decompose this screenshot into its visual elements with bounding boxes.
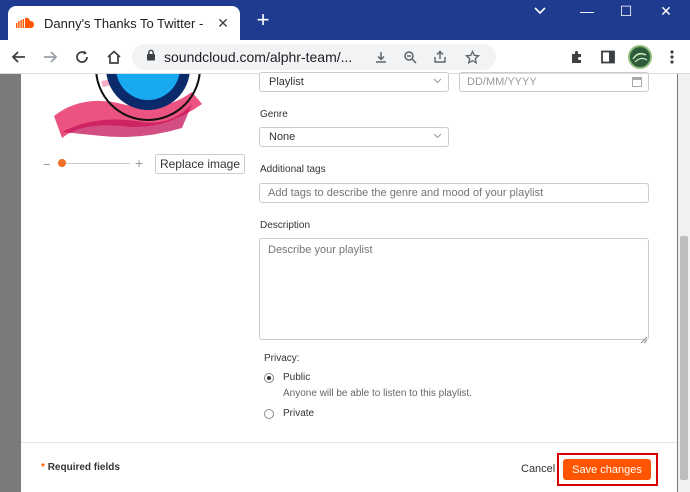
chevron-down-icon [433, 131, 442, 141]
browser-tab[interactable]: Danny's Thanks To Twitter - 1 Mil ✕ [8, 6, 240, 40]
extensions-puzzle-icon[interactable] [565, 45, 589, 69]
scrollbar-thumb[interactable] [680, 236, 688, 480]
tags-input[interactable] [259, 183, 649, 203]
minimize-button[interactable]: — [567, 0, 607, 22]
menu-kebab-icon[interactable] [660, 45, 684, 69]
description-textarea[interactable] [259, 238, 649, 340]
new-tab-button[interactable]: + [252, 9, 274, 31]
footer-divider [21, 442, 677, 443]
maximize-button[interactable]: ☐ [606, 0, 646, 22]
genre-select[interactable]: None [259, 127, 449, 147]
playlist-artwork [42, 74, 244, 142]
zoom-icon[interactable] [398, 45, 422, 69]
reload-icon[interactable] [70, 45, 94, 69]
slider-handle[interactable] [57, 159, 66, 167]
release-date-input[interactable]: DD/MM/YYYY [459, 72, 649, 92]
tags-label: Additional tags [260, 164, 326, 175]
chevron-down-icon [433, 76, 442, 86]
required-fields-text: Required fields [47, 462, 120, 473]
playlist-type-value: Playlist [269, 76, 304, 88]
release-date-placeholder: DD/MM/YYYY [467, 76, 537, 88]
genre-value: None [269, 131, 296, 143]
privacy-public-description: Anyone will be able to listen to this pl… [283, 388, 472, 399]
window-close-button[interactable]: ✕ [646, 0, 686, 22]
bookmark-star-icon[interactable] [460, 45, 484, 69]
privacy-private-label[interactable]: Private [283, 408, 314, 419]
privacy-label: Privacy: [264, 353, 300, 364]
lock-icon [146, 48, 156, 66]
share-icon[interactable] [428, 45, 452, 69]
zoom-in-icon[interactable]: + [135, 155, 143, 171]
profile-avatar[interactable] [628, 45, 652, 69]
calendar-icon[interactable] [632, 77, 642, 87]
required-fields-note: * Required fields [41, 462, 120, 473]
privacy-public-label[interactable]: Public [283, 372, 310, 383]
download-icon[interactable] [369, 45, 393, 69]
playlist-type-select[interactable]: Playlist [259, 72, 449, 92]
side-panel-icon[interactable] [596, 45, 620, 69]
resize-handle-icon[interactable] [640, 331, 648, 344]
zoom-out-icon[interactable]: − [43, 157, 51, 172]
browser-toolbar: soundcloud.com/alphr-team/... [0, 40, 690, 74]
chevron-down-icon[interactable] [520, 0, 560, 22]
privacy-public-radio[interactable] [264, 373, 274, 383]
artwork-zoom-slider[interactable] [58, 163, 130, 164]
tab-close-icon[interactable]: ✕ [214, 14, 232, 32]
replace-image-button[interactable]: Replace image [155, 154, 245, 174]
soundcloud-icon [16, 14, 34, 32]
genre-label: Genre [260, 109, 288, 120]
cancel-button[interactable]: Cancel [521, 463, 555, 475]
required-star: * [41, 462, 45, 473]
back-arrow-icon[interactable] [7, 45, 31, 69]
url-text: soundcloud.com/alphr-team/... [164, 49, 353, 65]
tab-title: Danny's Thanks To Twitter - 1 Mil [44, 15, 208, 31]
home-icon[interactable] [102, 45, 126, 69]
save-changes-button[interactable]: Save changes [563, 459, 651, 480]
privacy-private-radio[interactable] [264, 409, 274, 419]
description-label: Description [260, 220, 311, 231]
forward-arrow-icon[interactable] [38, 45, 62, 69]
address-bar[interactable]: soundcloud.com/alphr-team/... [132, 44, 496, 70]
browser-titlebar: Danny's Thanks To Twitter - 1 Mil ✕ + — … [0, 0, 690, 40]
